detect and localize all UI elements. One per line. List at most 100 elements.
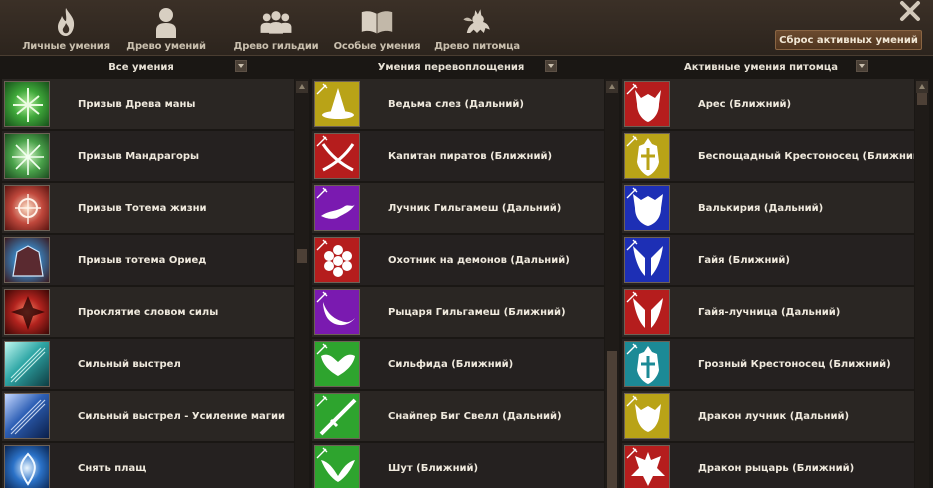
demon-hunter-icon <box>314 237 360 283</box>
skill-label: Призыв Мандрагоры <box>78 150 200 162</box>
transform-skills-scrollbar[interactable] <box>605 79 619 488</box>
list-item[interactable]: Снайпер Биг Свелл (Дальний) <box>312 391 604 443</box>
tab-skill-tree[interactable]: Древо умений <box>126 0 206 56</box>
list-item[interactable]: Гайя-лучница (Дальний) <box>622 287 914 339</box>
skill-label: Ведьма слез (Дальний) <box>388 98 524 110</box>
scroll-up-arrow[interactable] <box>916 81 928 93</box>
valkyrie-icon <box>624 185 670 231</box>
list-item[interactable]: Сильфида (Ближний) <box>312 339 604 391</box>
tab-label: Личные умения <box>22 41 110 52</box>
list-item[interactable]: Ведьма слез (Дальний) <box>312 79 604 131</box>
list-item[interactable]: Сильный выстрел <box>2 339 294 391</box>
skill-label: Беспощадный Крестоносец (Ближний) <box>698 150 914 162</box>
list-item[interactable]: Капитан пиратов (Ближний) <box>312 131 604 183</box>
list-item[interactable]: Призыв Тотема жизни <box>2 183 294 235</box>
sylph-icon <box>314 341 360 387</box>
pet-icon <box>460 5 494 39</box>
power-word-curse-icon <box>4 289 50 335</box>
scroll-thumb[interactable] <box>297 249 307 263</box>
skill-label: Сильный выстрел - Усиление магии <box>78 410 285 422</box>
all-skills-scrollbar[interactable] <box>295 79 309 488</box>
list-item[interactable]: Рыцаря Гильгамеш (Ближний) <box>312 287 604 339</box>
list-item[interactable]: Призыв тотема Ориед <box>2 235 294 287</box>
skill-label: Гайя (Ближний) <box>698 254 790 266</box>
list-item[interactable]: Дракон лучник (Дальний) <box>622 391 914 443</box>
skill-label: Сильный выстрел <box>78 358 181 370</box>
group-icon <box>259 5 293 39</box>
skill-label: Снять плащ <box>78 462 147 474</box>
scroll-up-arrow[interactable] <box>296 81 308 93</box>
pet-skills-dropdown[interactable] <box>856 60 868 72</box>
skill-label: Дракон лучник (Дальний) <box>698 410 850 422</box>
close-icon[interactable] <box>897 0 923 24</box>
list-item[interactable]: Лучник Гильгамеш (Дальний) <box>312 183 604 235</box>
all-skills-dropdown[interactable] <box>235 60 247 72</box>
list-item[interactable]: Шут (Ближний) <box>312 443 604 488</box>
skill-label: Гайя-лучница (Дальний) <box>698 306 841 318</box>
flame-icon <box>49 5 83 39</box>
skill-label: Охотник на демонов (Дальний) <box>388 254 570 266</box>
list-item[interactable]: Грозный Крестоносец (Ближний) <box>622 339 914 391</box>
tab-label: Древо умений <box>126 41 206 52</box>
list-item[interactable]: Беспощадный Крестоносец (Ближний) <box>622 131 914 183</box>
life-totem-icon <box>4 185 50 231</box>
strong-shot-icon <box>4 341 50 387</box>
book-icon <box>360 5 394 39</box>
tab-label: Особые умения <box>333 41 421 52</box>
gaia-wings-icon <box>624 237 670 283</box>
tab-label: Древо гильдии <box>233 41 319 52</box>
oried-totem-icon <box>4 237 50 283</box>
list-item[interactable]: Гайя (Ближний) <box>622 235 914 287</box>
skill-label: Грозный Крестоносец (Ближний) <box>698 358 891 370</box>
tab-guild-tree[interactable]: Древо гильдии <box>232 0 320 56</box>
tab-pet-tree[interactable]: Древо питомца <box>434 0 520 56</box>
reset-active-skills-button[interactable]: Сброс активных умений <box>775 30 922 50</box>
scroll-thumb[interactable] <box>607 351 617 488</box>
list-item[interactable]: Валькирия (Дальний) <box>622 183 914 235</box>
skill-label: Капитан пиратов (Ближний) <box>388 150 553 162</box>
list-item[interactable]: Охотник на демонов (Дальний) <box>312 235 604 287</box>
scroll-thumb[interactable] <box>917 93 927 105</box>
transform-skills-dropdown[interactable] <box>545 60 557 72</box>
skill-label: Лучник Гильгамеш (Дальний) <box>388 202 562 214</box>
skill-label: Проклятие словом силы <box>78 306 219 318</box>
remove-cloak-icon <box>4 445 50 488</box>
dragon-archer-icon <box>624 393 670 439</box>
sniper-rifle-icon <box>314 393 360 439</box>
tab-special-skills[interactable]: Особые умения <box>332 0 422 56</box>
list-item[interactable]: Арес (Ближний) <box>622 79 914 131</box>
list-item[interactable]: Дракон рыцарь (Ближний) <box>622 443 914 488</box>
person-icon <box>149 5 183 39</box>
mana-tree-icon <box>4 81 50 127</box>
mandragora-icon <box>4 133 50 179</box>
crusader-helmet-icon <box>624 133 670 179</box>
tab-label: Древо питомца <box>434 41 520 52</box>
tab-personal-skills[interactable]: Личные умения <box>22 0 110 56</box>
skill-label: Снайпер Биг Свелл (Дальний) <box>388 410 562 422</box>
archer-dragon-icon <box>314 185 360 231</box>
fierce-crusader-icon <box>624 341 670 387</box>
knight-dragon-icon <box>314 289 360 335</box>
list-item[interactable]: Проклятие словом силы <box>2 287 294 339</box>
skill-label: Призыв тотема Ориед <box>78 254 207 266</box>
list-item[interactable]: Призыв Древа маны <box>2 79 294 131</box>
list-item[interactable]: Призыв Мандрагоры <box>2 131 294 183</box>
dragon-knight-icon <box>624 445 670 488</box>
transform-skills-list: Ведьма слез (Дальний) Капитан пиратов (Б… <box>312 79 604 488</box>
skill-label: Призыв Древа маны <box>78 98 196 110</box>
skill-label: Дракон рыцарь (Ближний) <box>698 462 855 474</box>
skill-label: Арес (Ближний) <box>698 98 792 110</box>
skill-label: Шут (Ближний) <box>388 462 479 474</box>
all-skills-list: Призыв Древа маны Призыв Мандрагоры Приз… <box>2 79 294 488</box>
list-item[interactable]: Снять плащ <box>2 443 294 488</box>
pet-skills-scrollbar[interactable] <box>915 79 929 488</box>
skill-label: Рыцаря Гильгамеш (Ближний) <box>388 306 566 318</box>
skill-label: Валькирия (Дальний) <box>698 202 824 214</box>
gaia-archer-icon <box>624 289 670 335</box>
scroll-up-arrow[interactable] <box>606 81 618 93</box>
pet-skills-list: Арес (Ближний) Беспощадный Крестоносец (… <box>622 79 914 488</box>
skill-label: Сильфида (Ближний) <box>388 358 514 370</box>
list-item[interactable]: Сильный выстрел - Усиление магии <box>2 391 294 443</box>
ares-helmet-icon <box>624 81 670 127</box>
strong-shot-magic-icon <box>4 393 50 439</box>
